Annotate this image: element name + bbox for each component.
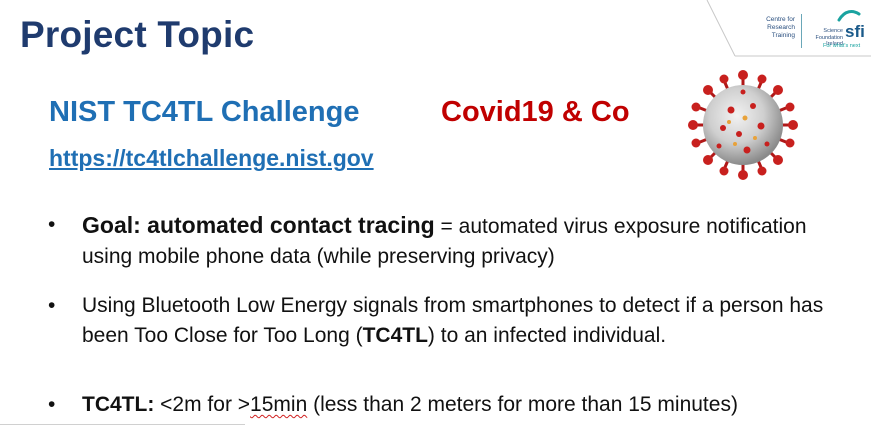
covid-heading: Covid19 & Co [441,96,630,128]
list-item: • Using Bluetooth Low Energy signals fro… [48,291,848,351]
bullet-text: Using Bluetooth Low Energy signals from … [82,291,848,351]
bullet-text: TC4TL: <2m for >15min (less than 2 meter… [82,390,848,420]
list-item: • Goal: automated contact tracing = auto… [48,210,848,272]
bullet-strong-text: TC4TL [362,324,428,347]
bullet-strong-text: Goal: automated contact tracing [82,212,435,238]
bullet-body-text: ) to an infected individual. [427,324,667,347]
bullet-dot-icon: • [48,213,56,236]
crt-line: Training [771,32,795,39]
spellcheck-underlined-text: 15min [250,393,308,416]
bullet-body-text: <2m for > [154,393,251,416]
bullet-dot-icon: • [48,294,56,317]
list-item: • TC4TL: <2m for >15min (less than 2 met… [48,390,848,420]
coronavirus-icon [688,70,798,180]
challenge-title: NIST TC4TL Challenge [49,96,360,128]
crt-line: Centre for [766,16,795,23]
sfi-tagline: For what's next [823,43,861,49]
bullet-strong-text: TC4TL: [82,393,155,416]
crt-logo-text: Centre for Research Training [743,16,795,40]
bullet-text: Goal: automated contact tracing = automa… [82,210,848,272]
sfi-logo: sfi [845,22,865,41]
institution-logos: Centre for Research Training Science Fou… [705,0,871,68]
bullet-dot-icon: • [48,393,56,416]
footer-divider [0,424,245,425]
bullet-body-text: (less than 2 meters for more than 15 min… [307,393,738,416]
challenge-link[interactable]: https://tc4tlchallenge.nist.gov [49,145,374,172]
slide-title: Project Topic [20,14,255,55]
crt-line: Research [767,24,795,31]
logo-separator [801,14,802,48]
